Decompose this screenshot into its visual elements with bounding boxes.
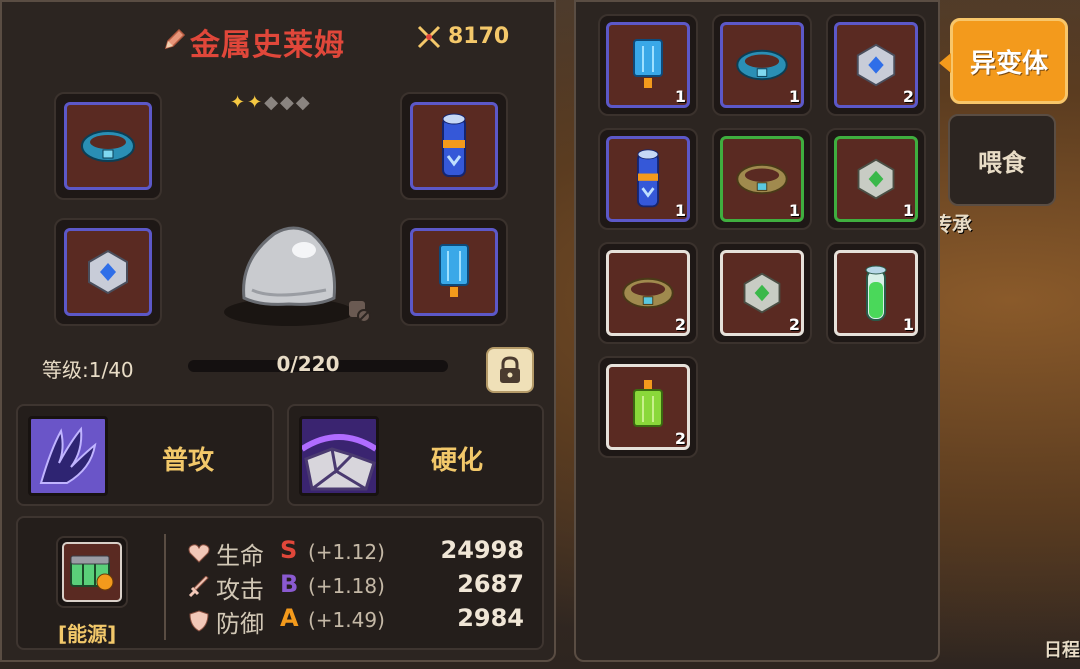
blue-gem-icon bbox=[88, 249, 128, 295]
skill-name: 硬化 bbox=[431, 446, 484, 476]
blue-scroll-icon bbox=[637, 149, 659, 208]
stat-value: 24998 bbox=[440, 536, 525, 564]
stat-row-attack: 攻击 B (+1.18) 2687 bbox=[188, 570, 538, 604]
xp-text: 0/220 bbox=[276, 352, 340, 376]
inventory-item[interactable]: 2 bbox=[712, 242, 812, 344]
battery-icon bbox=[70, 555, 114, 591]
stat-name: 生命 bbox=[216, 542, 264, 570]
lock-icon bbox=[500, 356, 520, 383]
star-empty-icon: ◆ bbox=[280, 92, 296, 113]
inventory-item[interactable]: 2 bbox=[598, 242, 698, 344]
inventory-item[interactable]: 1 bbox=[712, 128, 812, 230]
stat-row-defense: 防御 A (+1.49) 2984 bbox=[188, 604, 538, 638]
inventory-item[interactable]: 1 bbox=[826, 242, 926, 344]
stat-growth: (+1.12) bbox=[308, 540, 385, 564]
equip-slot-scroll[interactable] bbox=[400, 92, 508, 200]
inventory-item[interactable]: 1 bbox=[712, 14, 812, 116]
item-count: 2 bbox=[902, 87, 914, 106]
stat-row-hp: 生命 S (+1.12) 24998 bbox=[188, 536, 538, 570]
stat-growth: (+1.18) bbox=[308, 574, 385, 598]
green-vial-icon bbox=[865, 265, 887, 321]
skill-name: 普攻 bbox=[162, 446, 215, 476]
level-label: 等级:1/40 bbox=[42, 358, 134, 382]
item-count: 1 bbox=[788, 201, 800, 220]
divider bbox=[164, 534, 166, 640]
stat-grade: S bbox=[280, 536, 298, 564]
gear-badge-icon bbox=[349, 301, 371, 323]
shield-icon bbox=[189, 610, 209, 632]
tab-mutant[interactable]: 异变体 bbox=[939, 18, 1068, 104]
inventory-item[interactable]: 1 bbox=[598, 128, 698, 230]
blue-armor-icon bbox=[439, 244, 469, 297]
tab-feed[interactable]: 喂食 bbox=[948, 114, 1056, 206]
metal-slime-sprite bbox=[242, 226, 337, 306]
blue-ring-icon bbox=[81, 130, 135, 162]
blue-armor-icon bbox=[633, 39, 663, 88]
star-filled-icon: ✦ bbox=[230, 92, 248, 113]
stat-name: 防御 bbox=[216, 610, 264, 638]
blue-scroll-icon bbox=[442, 113, 466, 177]
claw-icon bbox=[28, 416, 108, 496]
green-gem-icon bbox=[743, 272, 781, 314]
stat-growth: (+1.49) bbox=[308, 608, 385, 632]
inventory-item[interactable]: 1 bbox=[826, 128, 926, 230]
stat-value: 2687 bbox=[457, 570, 524, 598]
combat-power: 8170 bbox=[448, 24, 510, 49]
star-filled-icon: ✦ bbox=[247, 92, 265, 113]
equip-slot-ring[interactable] bbox=[54, 92, 162, 200]
item-count: 1 bbox=[902, 201, 914, 220]
lock-button[interactable] bbox=[486, 347, 534, 393]
gold-ring-icon bbox=[736, 163, 788, 195]
item-count: 2 bbox=[788, 315, 800, 334]
pet-name[interactable]: 金属史莱姆 bbox=[190, 20, 345, 64]
inventory-item[interactable]: 2 bbox=[826, 14, 926, 116]
green-armor-icon bbox=[633, 380, 663, 427]
crossed-swords-icon bbox=[417, 25, 441, 49]
inventory-panel: 1 1 2 1 1 1 2 2 1 2 bbox=[574, 0, 940, 662]
item-count: 1 bbox=[674, 201, 686, 220]
skill-card-harden[interactable]: 硬化 bbox=[287, 404, 544, 506]
sword-icon bbox=[188, 576, 209, 598]
star-empty-icon: ◆ bbox=[295, 92, 312, 113]
equip-slot-armor[interactable] bbox=[400, 218, 508, 326]
item-count: 1 bbox=[902, 315, 914, 334]
edit-name-icon[interactable] bbox=[162, 26, 188, 52]
star-rating: ✦✦◆◆◆ bbox=[230, 92, 312, 113]
shell-icon bbox=[299, 416, 379, 496]
gold-ring-icon bbox=[622, 277, 674, 309]
green-gem-icon bbox=[857, 158, 895, 200]
equip-slot-gem[interactable] bbox=[54, 218, 162, 326]
stat-grade: B bbox=[280, 570, 299, 598]
blue-gem-icon bbox=[856, 43, 896, 87]
pet-detail-panel: 金属史莱姆 8170 ✦✦◆◆◆ 等级:1/40 0/220 普攻 硬化 [能源… bbox=[0, 0, 556, 662]
item-count: 2 bbox=[674, 429, 686, 448]
stat-name: 攻击 bbox=[216, 576, 264, 604]
item-count: 1 bbox=[674, 87, 686, 106]
stat-grade: A bbox=[280, 604, 299, 632]
heart-icon bbox=[188, 544, 210, 563]
energy-label: [能源] bbox=[58, 622, 117, 646]
skill-card-normal-attack[interactable]: 普攻 bbox=[16, 404, 274, 506]
inventory-item[interactable]: 1 bbox=[598, 14, 698, 116]
energy-slot[interactable] bbox=[56, 536, 128, 608]
stat-value: 2984 bbox=[457, 604, 524, 632]
background-schedule-text: 日程 bbox=[1044, 640, 1080, 661]
item-count: 2 bbox=[674, 315, 686, 334]
blue-ring-icon bbox=[736, 49, 788, 81]
inventory-item[interactable]: 2 bbox=[598, 356, 698, 458]
item-count: 1 bbox=[788, 87, 800, 106]
stats-card: [能源] 生命 S (+1.12) 24998 攻击 B (+1.18) 268… bbox=[16, 516, 544, 650]
star-empty-icon: ◆ bbox=[264, 92, 281, 113]
